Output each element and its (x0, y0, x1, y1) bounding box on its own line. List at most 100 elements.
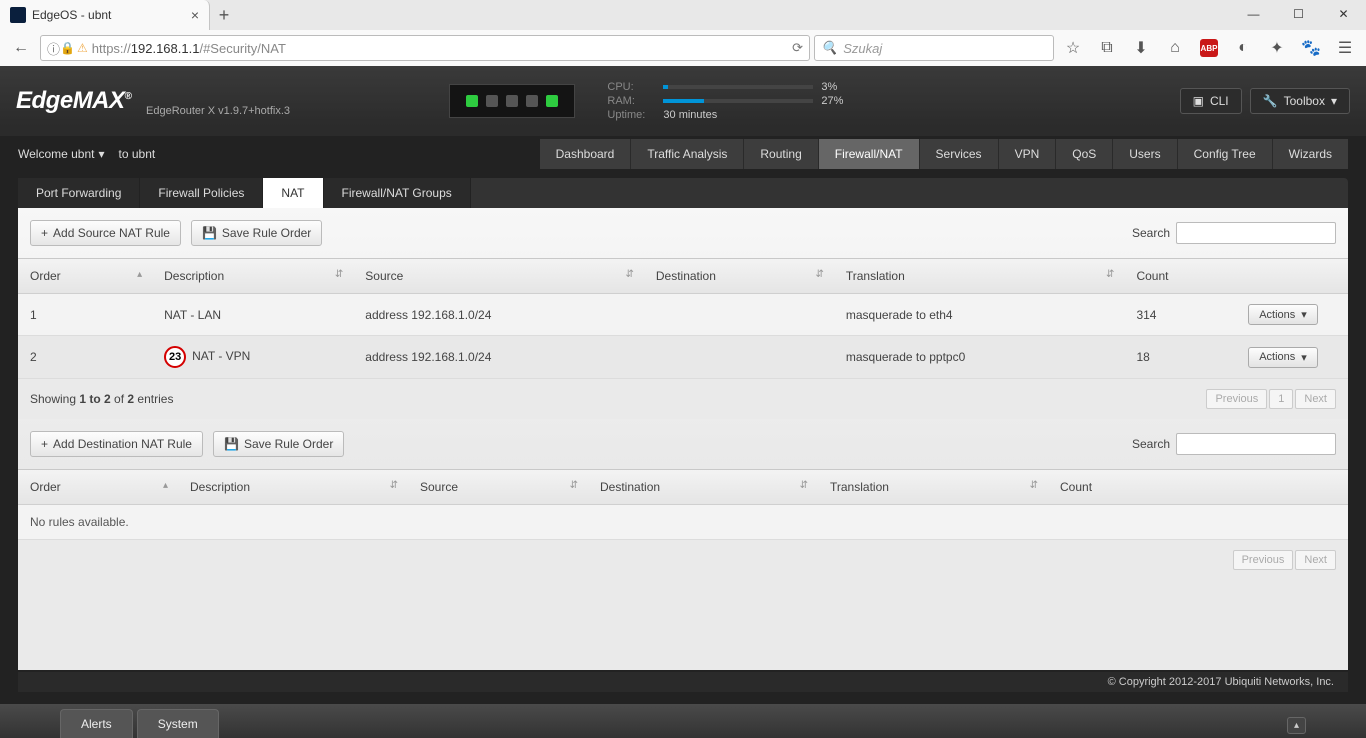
browser-tab[interactable]: EdgeOS - ubnt × (0, 0, 210, 30)
reload-button[interactable]: ⟳ (792, 40, 803, 56)
reader-icon[interactable]: ⧉ (1092, 33, 1122, 63)
source-nat-footer: Showing 1 to 2 of 2 entries Previous 1 N… (18, 379, 1348, 419)
tab-services[interactable]: Services (919, 139, 998, 169)
add-dest-nat-button[interactable]: +Add Destination NAT Rule (30, 431, 203, 457)
col-translation[interactable]: Translation⇵ (818, 470, 1048, 505)
col-destination[interactable]: Destination⇵ (644, 259, 834, 294)
system-tab[interactable]: System (137, 709, 219, 738)
col-destination[interactable]: Destination⇵ (588, 470, 818, 505)
col-count[interactable]: Count (1124, 259, 1236, 294)
col-order[interactable]: Order▴ (18, 470, 178, 505)
back-button[interactable]: ← (6, 33, 36, 63)
cell-count: 314 (1124, 294, 1236, 336)
cli-icon: ▣ (1193, 94, 1204, 108)
welcome-bar: Welcome ubnt▾ to ubnt Dashboard Traffic … (0, 136, 1366, 172)
col-source[interactable]: Source⇵ (353, 259, 644, 294)
cli-button[interactable]: ▣CLI (1180, 88, 1242, 114)
abp-icon[interactable]: ABP (1194, 33, 1224, 63)
t: entries (134, 392, 173, 406)
alerts-tab[interactable]: Alerts (60, 709, 133, 738)
minimize-button[interactable]: — (1231, 0, 1276, 28)
dest-nat-search-input[interactable] (1176, 433, 1336, 455)
col-source-label: Source (365, 269, 403, 283)
downloads-icon[interactable]: ⬇ (1126, 33, 1156, 63)
sort-asc-icon: ▴ (163, 480, 168, 491)
actions-button[interactable]: Actions▾ (1248, 304, 1318, 325)
ext1-icon[interactable]: ◐ (1228, 33, 1258, 63)
close-window-button[interactable]: ✕ (1321, 0, 1366, 28)
collapse-drawer-button[interactable]: ▴ (1287, 717, 1306, 734)
sort-icon: ⇵ (335, 269, 343, 280)
url-host: 192.168.1.1 (131, 41, 200, 56)
ext2-icon[interactable]: ✦ (1262, 33, 1292, 63)
col-description[interactable]: Description⇵ (178, 470, 408, 505)
tab-routing[interactable]: Routing (743, 139, 817, 169)
tab-wizards[interactable]: Wizards (1272, 139, 1348, 169)
col-description[interactable]: Description⇵ (152, 259, 353, 294)
toolbox-button[interactable]: 🔧Toolbox▾ (1250, 88, 1350, 114)
menu-icon[interactable]: ☰ (1330, 33, 1360, 63)
edgemax-app: EdgeMAX® EdgeRouter X v1.9.7+hotfix.3 CP… (0, 66, 1366, 738)
subtab-nat[interactable]: NAT (263, 178, 323, 208)
actions-label: Actions (1259, 309, 1295, 321)
favicon-icon (10, 7, 26, 23)
app-header: EdgeMAX® EdgeRouter X v1.9.7+hotfix.3 CP… (0, 66, 1366, 136)
save-rule-order-label: Save Rule Order (244, 437, 333, 451)
maximize-button[interactable]: ☐ (1276, 0, 1321, 28)
subtab-firewall-nat-groups[interactable]: Firewall/NAT Groups (324, 178, 471, 208)
tab-config-tree[interactable]: Config Tree (1177, 139, 1272, 169)
add-source-nat-button[interactable]: +Add Source NAT Rule (30, 220, 181, 246)
cell-count: 18 (1124, 336, 1236, 379)
col-count[interactable]: Count (1048, 470, 1348, 505)
cpu-label: CPU: (607, 81, 655, 93)
save-rule-order-button[interactable]: 💾Save Rule Order (191, 220, 322, 246)
col-order[interactable]: Order▴ (18, 259, 152, 294)
page-1-button[interactable]: 1 (1269, 389, 1293, 409)
subtab-port-forwarding[interactable]: Port Forwarding (18, 178, 140, 208)
next-button[interactable]: Next (1295, 550, 1336, 570)
system-stats: CPU:3% RAM:27% Uptime:30 minutes (607, 79, 843, 123)
tab-users[interactable]: Users (1112, 139, 1176, 169)
bookmark-icon[interactable]: ☆ (1058, 33, 1088, 63)
col-translation[interactable]: Translation⇵ (834, 259, 1125, 294)
subtab-firewall-policies[interactable]: Firewall Policies (140, 178, 263, 208)
tab-dashboard[interactable]: Dashboard (540, 139, 631, 169)
save-rule-order-button[interactable]: 💾Save Rule Order (213, 431, 344, 457)
cell-destination (644, 294, 834, 336)
caret-down-icon: ▾ (1301, 351, 1307, 364)
col-destination-label: Destination (600, 480, 660, 494)
next-button[interactable]: Next (1295, 389, 1336, 409)
tab-traffic-analysis[interactable]: Traffic Analysis (630, 139, 743, 169)
tab-vpn[interactable]: VPN (998, 139, 1056, 169)
cell-description-text: NAT - VPN (192, 349, 250, 363)
previous-button[interactable]: Previous (1233, 550, 1294, 570)
tab-firewall-nat[interactable]: Firewall/NAT (818, 139, 919, 169)
close-tab-icon[interactable]: × (191, 7, 199, 23)
welcome-dropdown[interactable]: Welcome ubnt▾ (18, 147, 105, 161)
no-rules-message: No rules available. (18, 505, 1348, 540)
cell-translation: masquerade to eth4 (834, 294, 1125, 336)
tab-qos[interactable]: QoS (1055, 139, 1112, 169)
actions-button[interactable]: Actions▾ (1248, 347, 1318, 368)
ext3-icon[interactable]: 🐾 (1296, 33, 1326, 63)
new-tab-button[interactable]: + (210, 5, 238, 26)
col-source[interactable]: Source⇵ (408, 470, 588, 505)
cell-order: 1 (18, 294, 152, 336)
uptime-label: Uptime: (607, 109, 655, 121)
lock-icon: 🔒 (60, 41, 75, 55)
home-icon[interactable]: ⌂ (1160, 33, 1190, 63)
wrench-icon: 🔧 (1263, 94, 1278, 108)
led-port3 (526, 95, 538, 107)
info-icon[interactable]: ⓘ (47, 39, 60, 58)
sort-icon: ⇵ (570, 480, 578, 491)
browser-search[interactable]: 🔍 Szukaj (814, 35, 1054, 61)
url-path: /#Security/NAT (199, 41, 285, 56)
dest-nat-toolbar: +Add Destination NAT Rule 💾Save Rule Ord… (18, 419, 1348, 470)
source-nat-search-input[interactable] (1176, 222, 1336, 244)
previous-button[interactable]: Previous (1206, 389, 1267, 409)
sort-icon: ⇵ (1106, 269, 1114, 280)
window-controls: — ☐ ✕ (1231, 0, 1366, 28)
cpu-value: 3% (821, 81, 837, 93)
url-bar[interactable]: ⓘ 🔒 ⚠ https:// 192.168.1.1 /#Security/NA… (40, 35, 810, 61)
browser-chrome: EdgeOS - ubnt × + — ☐ ✕ ← ⓘ 🔒 ⚠ https://… (0, 0, 1366, 67)
